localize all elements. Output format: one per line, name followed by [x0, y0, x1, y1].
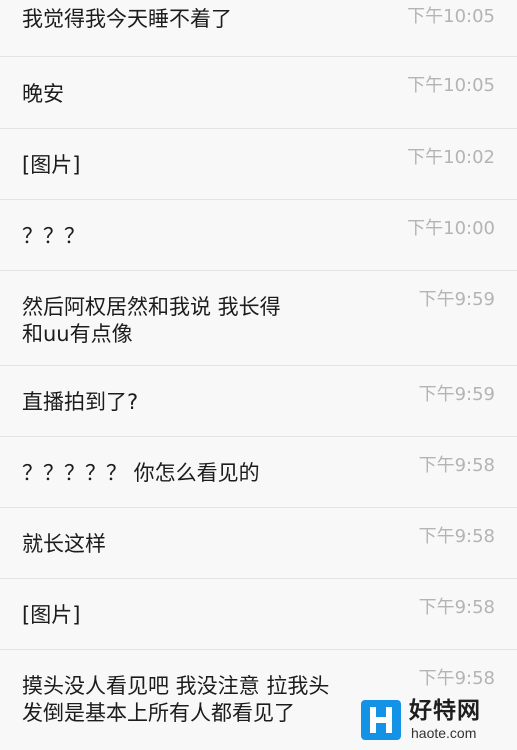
message-list: 我觉得我今天睡不着了 下午10:05 晚安 下午10:05 [图片] 下午10:… — [0, 0, 517, 750]
message-row[interactable]: 直播拍到了? 下午9:59 — [0, 366, 517, 437]
message-row[interactable]: ？？？ 下午10:00 — [0, 200, 517, 271]
watermark-title: 好特网 — [409, 698, 481, 724]
watermark: 好特网 haote.com — [361, 698, 507, 744]
message-row[interactable]: 晚安 下午10:05 — [0, 57, 517, 129]
message-time: 下午9:58 — [418, 668, 495, 689]
message-time: 下午9:59 — [418, 289, 495, 310]
watermark-url: haote.com — [411, 725, 477, 741]
message-text: 晚安 — [22, 82, 64, 106]
message-time: 下午10:02 — [407, 147, 495, 168]
message-text: 就长这样 — [22, 532, 106, 556]
message-row[interactable]: [图片] 下午10:02 — [0, 129, 517, 200]
message-text: ？？？ — [22, 224, 85, 248]
message-row[interactable]: 然后阿权居然和我说 我长得 和uu有点像 下午9:59 — [0, 271, 517, 366]
message-row[interactable]: [图片] 下午9:58 — [0, 579, 517, 650]
message-text: ？？？？？ 你怎么看见的 — [22, 461, 260, 485]
message-time: 下午9:58 — [418, 526, 495, 547]
message-row[interactable]: ？？？？？ 你怎么看见的 下午9:58 — [0, 437, 517, 508]
message-text: 我觉得我今天睡不着了 — [22, 7, 232, 31]
message-time: 下午10:05 — [407, 75, 495, 96]
message-text: [图片] — [22, 603, 81, 627]
message-time: 下午9:59 — [418, 384, 495, 405]
message-text: 直播拍到了? — [22, 390, 139, 414]
message-text: 然后阿权居然和我说 我长得 和uu有点像 — [22, 295, 281, 346]
haote-logo-icon — [361, 700, 401, 740]
message-time: 下午9:58 — [418, 455, 495, 476]
message-row[interactable]: 就长这样 下午9:58 — [0, 508, 517, 579]
message-time: 下午10:05 — [407, 6, 495, 27]
message-text: 摸头没人看见吧 我没注意 拉我头 发倒是基本上所有人都看见了 — [22, 674, 330, 725]
message-time: 下午9:58 — [418, 597, 495, 618]
message-text: [图片] — [22, 153, 81, 177]
message-row[interactable]: 我觉得我今天睡不着了 下午10:05 — [0, 0, 517, 57]
message-time: 下午10:00 — [407, 218, 495, 239]
